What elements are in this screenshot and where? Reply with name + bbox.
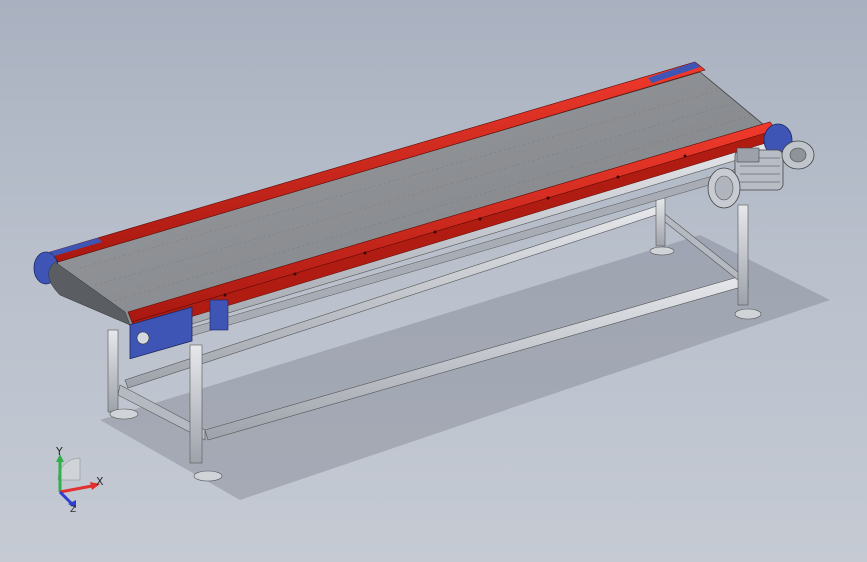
coordinate-triad — [56, 454, 100, 508]
triad-z-label: Z — [70, 505, 77, 515]
triad-y-label: Y — [56, 445, 63, 458]
graphics-viewport[interactable]: X Y Z — [0, 0, 867, 562]
triad-x-axis — [59, 484, 93, 494]
conveyor-model[interactable] — [0, 0, 867, 562]
triad-z-axis — [58, 490, 74, 506]
triad-x-label: X — [96, 475, 104, 488]
